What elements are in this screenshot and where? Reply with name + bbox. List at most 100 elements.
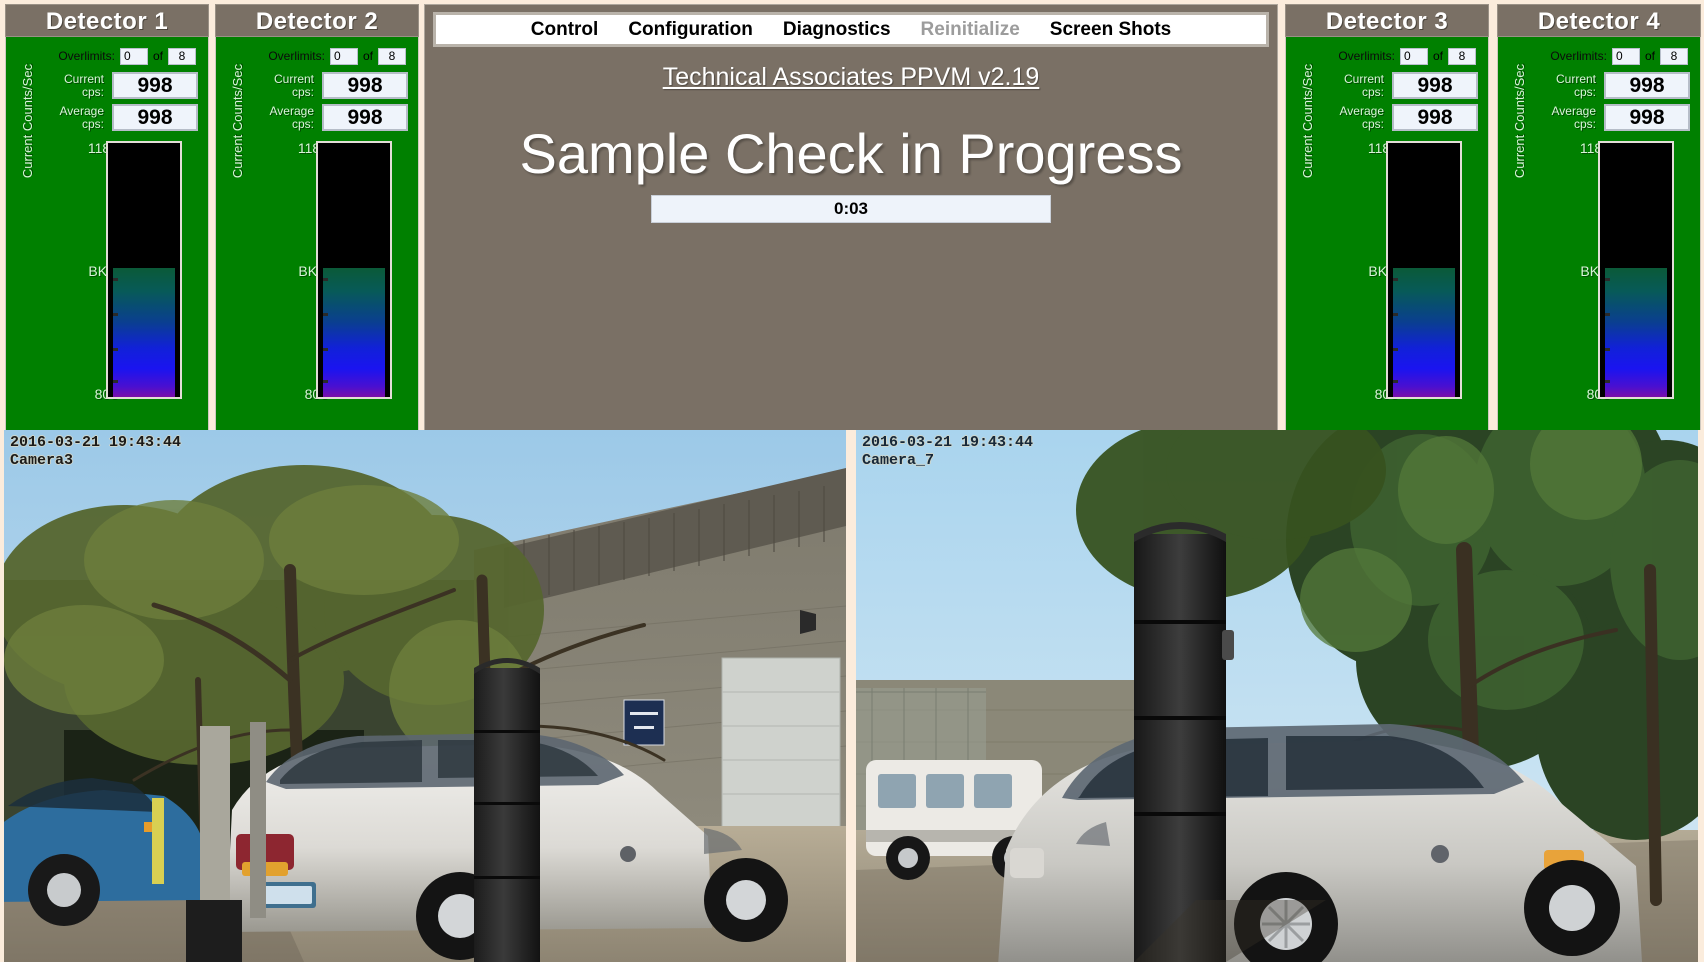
detector-2-gauge: Current Counts/Sec 1187 BKG 808: [222, 64, 412, 402]
detector-4-overlimits-count[interactable]: 0: [1611, 47, 1640, 65]
detector-1-overlimits-total[interactable]: 8: [168, 47, 196, 65]
detector-3-gauge-axis-label: Current Counts/Sec: [1300, 63, 1315, 179]
detector-1-body: Overlimits: 0 of 8 Current cps: 998 Aver…: [5, 37, 209, 444]
detector-4-average-label-line1: Average: [1551, 103, 1596, 118]
detector-3-current-label-line1: Current: [1343, 71, 1384, 86]
status-message: Sample Check in Progress: [519, 122, 1183, 185]
menu-item-screen-shots[interactable]: Screen Shots: [1048, 19, 1173, 41]
detector-1-gauge-bar: [106, 141, 182, 399]
status-timer: 0:03: [651, 195, 1051, 223]
menu-item-reinitialize: Reinitialize: [920, 18, 1020, 40]
detector-1-current-cps-row: Current cps: 998: [12, 72, 202, 99]
detector-2-gauge-bar: [316, 141, 392, 399]
detector-1-overlimits-of: of: [152, 49, 163, 63]
detector-1-overlimits-count[interactable]: 0: [119, 47, 148, 65]
detector-2-overlimits-label: Overlimits:: [268, 49, 325, 63]
detector-3-current-label-line2: cps:: [1361, 84, 1384, 99]
detector-3-current-cps-label: Current cps:: [1330, 71, 1384, 99]
detector-2-title: Detector 2: [215, 4, 419, 37]
detector-3-gauge-fill: [1393, 268, 1455, 397]
detector-1-average-cps-label: Average cps:: [50, 104, 104, 131]
detector-1-current-cps-label: Current cps:: [50, 71, 104, 99]
application-brand-title: Technical Associates PPVM v2.19: [662, 63, 1040, 91]
detector-4-average-label-line2: cps:: [1573, 116, 1596, 131]
camera-feed-3[interactable]: 2016-03-21 19:43:44 Camera3: [4, 430, 846, 962]
detector-4-average-cps-label: Average cps:: [1542, 103, 1596, 131]
detector-1-average-label-line2: cps:: [81, 116, 104, 131]
detector-4-overlimits-label: Overlimits:: [1550, 49, 1607, 63]
detector-4-overlimits-of: of: [1644, 49, 1655, 63]
detector-panel-1: Detector 1 Overlimits: 0 of 8 Current cp…: [5, 4, 209, 444]
detector-4-current-cps-row: Current cps: 998: [1504, 72, 1694, 99]
detector-1-overlimits-row: Overlimits: 0 of 8: [12, 41, 202, 67]
detector-3-average-cps-value: 998: [1392, 104, 1478, 131]
detector-4-gauge: Current Counts/Sec 1187 BKG 808: [1504, 64, 1694, 402]
detector-2-overlimits-of: of: [362, 49, 373, 63]
menu-item-configuration[interactable]: Configuration: [626, 19, 755, 41]
detector-3-overlimits-total[interactable]: 8: [1448, 47, 1476, 65]
detector-3-current-cps-row: Current cps: 998: [1292, 72, 1482, 99]
detector-1-current-label-line1: Current: [63, 71, 104, 86]
camera-3-name: Camera3: [10, 452, 74, 469]
detector-4-average-cps-value: 998: [1604, 104, 1690, 131]
detector-2-current-label-line2: cps:: [291, 84, 314, 99]
detector-2-overlimits-count[interactable]: 0: [329, 47, 358, 65]
detector-3-gauge: Current Counts/Sec 1187 BKG 808: [1292, 64, 1482, 402]
detector-2-current-cps-value: 998: [322, 72, 408, 99]
detector-4-title: Detector 4: [1497, 4, 1701, 37]
detector-1-average-cps-row: Average cps: 998: [12, 104, 202, 131]
detector-1-current-label-line2: cps:: [81, 84, 104, 99]
detector-2-current-cps-label: Current cps:: [260, 71, 314, 99]
detector-3-overlimits-label: Overlimits:: [1338, 49, 1395, 63]
detector-4-current-cps-label: Current cps:: [1542, 71, 1596, 99]
detector-3-average-cps-row: Average cps: 998: [1292, 104, 1482, 131]
detector-3-current-cps-value: 998: [1392, 72, 1478, 99]
detector-2-gauge-axis-label: Current Counts/Sec: [230, 63, 245, 179]
camera-7-timestamp: 2016-03-21 19:43:44: [862, 434, 1034, 451]
camera-feed-row: 2016-03-21 19:43:44 Camera3 2016-03-21 1…: [0, 430, 1704, 962]
detector-2-average-label-line2: cps:: [291, 116, 314, 131]
detector-panel-2: Detector 2 Overlimits: 0 of 8 Current cp…: [215, 4, 419, 444]
detector-4-gauge-axis-label: Current Counts/Sec: [1512, 63, 1527, 179]
menu-item-control[interactable]: Control: [529, 19, 601, 41]
detector-4-current-cps-value: 998: [1604, 72, 1690, 99]
control-center-panel: Control Configuration Diagnostics Reinit…: [424, 4, 1278, 444]
detector-3-overlimits-count[interactable]: 0: [1399, 47, 1428, 65]
detector-2-average-cps-row: Average cps: 998: [222, 104, 412, 131]
camera-3-overlay: 2016-03-21 19:43:44 Camera3: [10, 434, 181, 470]
detector-1-title: Detector 1: [5, 4, 209, 37]
detector-1-current-cps-value: 998: [112, 72, 198, 99]
detector-4-gauge-bar: [1598, 141, 1674, 399]
detector-1-gauge-fill: [113, 268, 175, 397]
detector-3-average-label-line1: Average: [1339, 103, 1384, 118]
detector-4-current-label-line1: Current: [1555, 71, 1596, 86]
detector-3-overlimits-of: of: [1432, 49, 1443, 63]
detector-2-average-cps-label: Average cps:: [260, 104, 314, 131]
detector-3-gauge-bar: [1386, 141, 1462, 399]
ppvm-application-window: Detector 1 Overlimits: 0 of 8 Current cp…: [0, 0, 1704, 962]
detector-3-average-label-line2: cps:: [1361, 116, 1384, 131]
detector-2-overlimits-total[interactable]: 8: [378, 47, 406, 65]
detector-4-overlimits-total[interactable]: 8: [1660, 47, 1688, 65]
detector-4-current-label-line2: cps:: [1573, 84, 1596, 99]
camera-7-scene: [856, 430, 1698, 962]
detector-3-title: Detector 3: [1285, 4, 1489, 37]
detector-1-gauge: Current Counts/Sec 1187 BKG 808: [12, 64, 202, 402]
camera-7-overlay: 2016-03-21 19:43:44 Camera_7: [862, 434, 1033, 470]
detector-4-overlimits-row: Overlimits: 0 of 8: [1504, 41, 1694, 67]
camera-feed-7[interactable]: 2016-03-21 19:43:44 Camera_7: [856, 430, 1698, 962]
detector-2-current-cps-row: Current cps: 998: [222, 72, 412, 99]
detector-4-average-cps-row: Average cps: 998: [1504, 104, 1694, 131]
camera-7-name: Camera_7: [862, 452, 935, 469]
camera-3-timestamp: 2016-03-21 19:43:44: [10, 434, 182, 451]
detector-and-control-row: Detector 1 Overlimits: 0 of 8 Current cp…: [0, 0, 1704, 444]
detector-4-gauge-fill: [1605, 268, 1667, 397]
detector-3-body: Overlimits: 0 of 8 Current cps: 998 Aver…: [1285, 37, 1489, 444]
menu-item-diagnostics[interactable]: Diagnostics: [781, 19, 893, 41]
detector-2-overlimits-row: Overlimits: 0 of 8: [222, 41, 412, 67]
detector-2-current-label-line1: Current: [273, 71, 314, 86]
detector-3-overlimits-row: Overlimits: 0 of 8: [1292, 41, 1482, 67]
detector-2-gauge-fill: [323, 268, 385, 397]
detector-2-body: Overlimits: 0 of 8 Current cps: 998 Aver…: [215, 37, 419, 444]
camera-3-scene: [4, 430, 846, 962]
